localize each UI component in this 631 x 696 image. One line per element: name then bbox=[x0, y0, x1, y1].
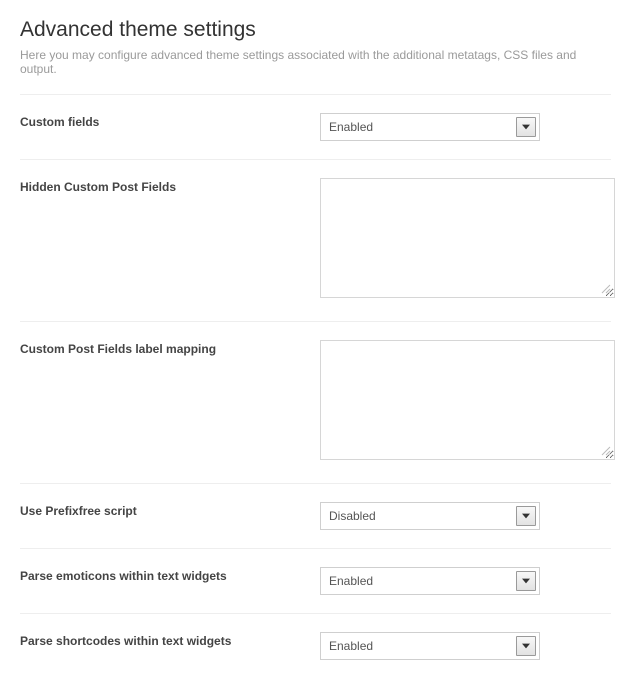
row-prefixfree: Use Prefixfree script Disabled bbox=[20, 483, 611, 548]
page-title: Advanced theme settings bbox=[20, 18, 611, 42]
custom-fields-label: Custom fields bbox=[20, 113, 320, 129]
chevron-down-icon bbox=[516, 636, 536, 656]
label-mapping-label: Custom Post Fields label mapping bbox=[20, 340, 320, 356]
emoticons-label: Parse emoticons within text widgets bbox=[20, 567, 320, 583]
hidden-custom-post-fields-label: Hidden Custom Post Fields bbox=[20, 178, 320, 194]
row-custom-fields: Custom fields Enabled bbox=[20, 94, 611, 159]
row-label-mapping: Custom Post Fields label mapping bbox=[20, 321, 611, 483]
emoticons-select-value: Enabled bbox=[329, 574, 373, 588]
label-mapping-textarea[interactable] bbox=[320, 340, 615, 460]
shortcodes-select-value: Enabled bbox=[329, 639, 373, 653]
hidden-custom-post-fields-textarea[interactable] bbox=[320, 178, 615, 298]
page-subtitle: Here you may configure advanced theme se… bbox=[20, 48, 611, 76]
shortcodes-select[interactable]: Enabled bbox=[320, 632, 540, 660]
row-emoticons: Parse emoticons within text widgets Enab… bbox=[20, 548, 611, 613]
prefixfree-select[interactable]: Disabled bbox=[320, 502, 540, 530]
custom-fields-select[interactable]: Enabled bbox=[320, 113, 540, 141]
prefixfree-label: Use Prefixfree script bbox=[20, 502, 320, 518]
shortcodes-label: Parse shortcodes within text widgets bbox=[20, 632, 320, 648]
row-shortcodes: Parse shortcodes within text widgets Ena… bbox=[20, 613, 611, 678]
emoticons-select[interactable]: Enabled bbox=[320, 567, 540, 595]
chevron-down-icon bbox=[516, 117, 536, 137]
prefixfree-select-value: Disabled bbox=[329, 509, 376, 523]
chevron-down-icon bbox=[516, 571, 536, 591]
row-hidden-custom-post-fields: Hidden Custom Post Fields bbox=[20, 159, 611, 321]
custom-fields-select-value: Enabled bbox=[329, 120, 373, 134]
chevron-down-icon bbox=[516, 506, 536, 526]
